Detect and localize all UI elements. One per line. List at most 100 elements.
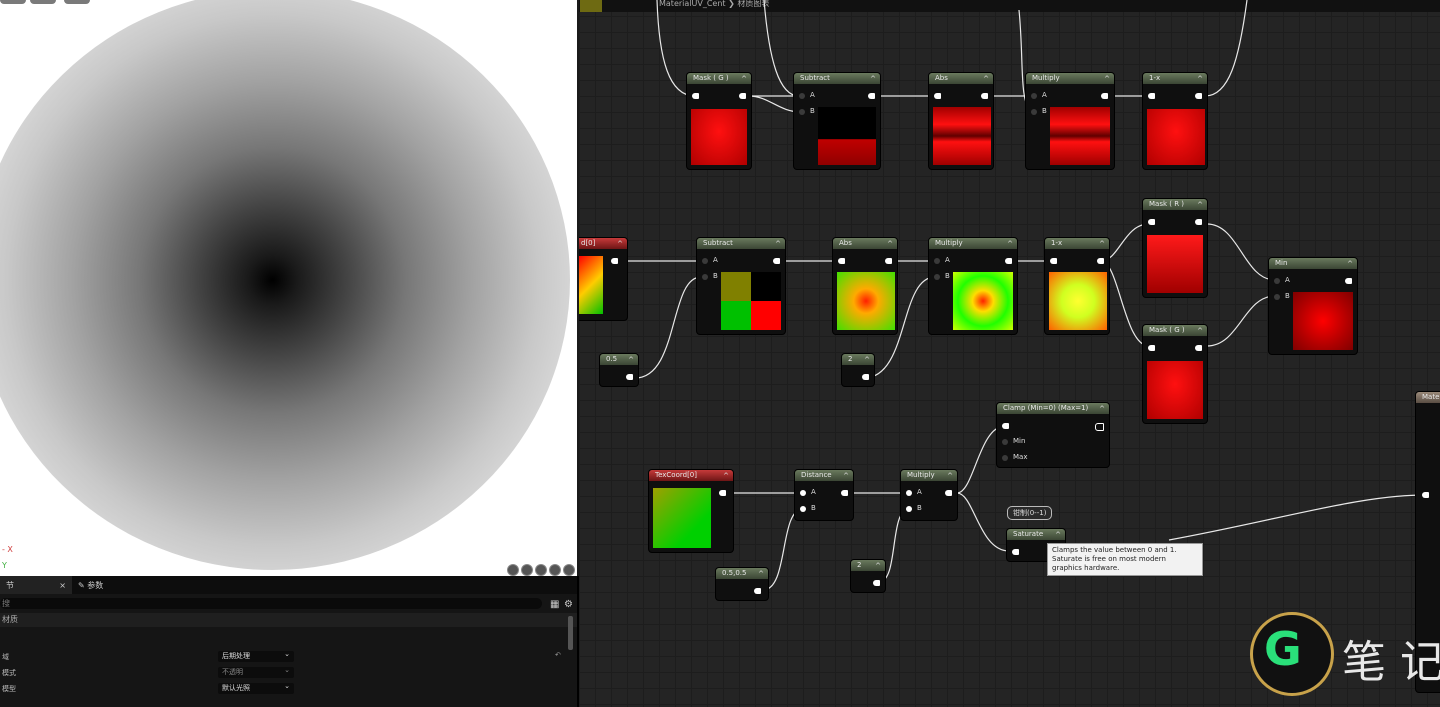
node-one-minus-top[interactable]: 1-x [1143,73,1207,169]
input-pin-b[interactable] [1274,294,1280,300]
node-mask-r[interactable]: Mask ( R ) [1143,199,1207,297]
output-pin[interactable] [626,374,633,380]
cylinder-icon[interactable] [507,564,519,576]
input-pin[interactable] [692,93,699,99]
node-multiply-mid[interactable]: Multiply A B [929,238,1017,334]
input-pin-b[interactable] [906,506,912,512]
input-pin[interactable] [1148,345,1155,351]
input-pin-a[interactable] [1031,93,1037,99]
output-pin[interactable] [1195,345,1202,351]
node-preview [1293,292,1353,350]
output-pin[interactable] [841,490,848,496]
output-pin[interactable] [873,580,880,586]
node-abs-top[interactable]: Abs [929,73,993,169]
node-constant-2a[interactable]: 2 [842,354,874,386]
axis-y-label: Y [2,561,7,570]
input-pin-b[interactable] [1031,109,1037,115]
output-pin[interactable] [1095,423,1104,431]
input-pin[interactable] [1050,258,1057,264]
node-texcoord[interactable]: TexCoord[0] [649,470,733,552]
node-multiply-bot[interactable]: Multiply A B [901,470,957,520]
output-pin[interactable] [1097,258,1104,264]
comment-bubble[interactable]: 钳制(0--1) [1007,506,1053,520]
viewport-menu-button[interactable] [0,0,26,4]
cube-icon[interactable] [549,564,561,576]
tooltip: Clamps the value between 0 and 1. Satura… [1047,543,1203,576]
close-icon[interactable]: × [59,581,66,590]
pin-label: A [945,256,950,264]
details-search-input[interactable]: 搜 [0,598,542,609]
output-pin[interactable] [1345,278,1352,284]
blend-mode-select[interactable]: 不透明 [218,665,294,678]
node-distance[interactable]: Distance A B [795,470,853,520]
preview-viewport[interactable]: - X Y [0,0,577,576]
material-domain-select[interactable]: 后期处理 [218,649,294,662]
input-pin[interactable] [1002,423,1009,429]
node-multiply-top[interactable]: Multiply A B [1026,73,1114,169]
input-pin[interactable] [1148,219,1155,225]
node-min[interactable]: Min A B [1269,258,1357,354]
input-pin-b[interactable] [934,274,940,280]
input-pin-a[interactable] [800,490,806,496]
tab-details[interactable]: 节 × [0,576,72,594]
pin-label: Min [1013,437,1026,445]
node-texcoord-partial[interactable]: d[0] [579,238,627,320]
input-pin-a[interactable] [702,258,708,264]
emissive-input-pin[interactable] [1422,492,1429,498]
node-subtract-top[interactable]: Subtract A B [794,73,880,169]
tab-parameters[interactable]: ✎ 参数 [72,576,109,594]
input-pin-a[interactable] [906,490,912,496]
node-subtract-mid[interactable]: Subtract A B [697,238,785,334]
input-pin[interactable] [934,93,941,99]
node-mask-g-top[interactable]: Mask ( G ) [687,73,751,169]
gear-icon[interactable]: ⚙ [564,599,573,610]
output-pin[interactable] [868,93,875,99]
node-preview [721,272,781,330]
grid-view-icon[interactable]: ▦ [550,599,559,610]
pin-label: A [810,91,815,99]
output-pin[interactable] [754,588,761,594]
output-pin[interactable] [1005,258,1012,264]
node-title: Mask ( R ) [1143,199,1207,210]
output-pin[interactable] [1195,93,1202,99]
input-pin-a[interactable] [799,93,805,99]
viewport-show-button[interactable] [64,0,90,4]
output-pin[interactable] [611,258,618,264]
input-pin[interactable] [1148,93,1155,99]
node-constant-05[interactable]: 0.5 [600,354,638,386]
output-pin[interactable] [981,93,988,99]
output-pin[interactable] [945,490,952,496]
reset-icon[interactable]: ↶ [555,651,561,659]
input-pin-b[interactable] [799,109,805,115]
details-scrollbar[interactable] [568,616,573,650]
plane-icon[interactable] [535,564,547,576]
input-pin-min[interactable] [1002,439,1008,445]
node-abs-mid[interactable]: Abs [833,238,897,334]
node-mask-g-mid[interactable]: Mask ( G ) [1143,325,1207,423]
output-pin[interactable] [739,93,746,99]
output-pin[interactable] [1101,93,1108,99]
output-pin[interactable] [1195,219,1202,225]
input-pin-b[interactable] [702,274,708,280]
input-pin-b[interactable] [800,506,806,512]
preview-sphere [0,0,570,570]
shading-model-select[interactable]: 默认光照 [218,681,294,694]
input-pin[interactable] [1012,549,1019,555]
input-pin-a[interactable] [934,258,940,264]
sphere-icon[interactable] [521,564,533,576]
output-pin[interactable] [773,258,780,264]
teapot-icon[interactable] [563,564,575,576]
viewport-view-button[interactable] [30,0,56,4]
input-pin-max[interactable] [1002,455,1008,461]
output-pin[interactable] [885,258,892,264]
input-pin[interactable] [838,258,845,264]
input-pin-a[interactable] [1274,278,1280,284]
node-constant-0505[interactable]: 0.5,0.5 [716,568,768,600]
node-constant-2b[interactable]: 2 [851,560,885,592]
section-material[interactable]: 材质 [0,613,577,627]
output-pin[interactable] [719,490,726,496]
material-graph[interactable]: MaterialUV_Cent ❯ 材质图表 Mask (G) ^ Subt… [579,0,1440,707]
output-pin[interactable] [862,374,869,380]
node-one-minus-mid[interactable]: 1-x [1045,238,1109,334]
node-clamp[interactable]: Clamp (Min=0) (Max=1) Min Max [997,403,1109,467]
